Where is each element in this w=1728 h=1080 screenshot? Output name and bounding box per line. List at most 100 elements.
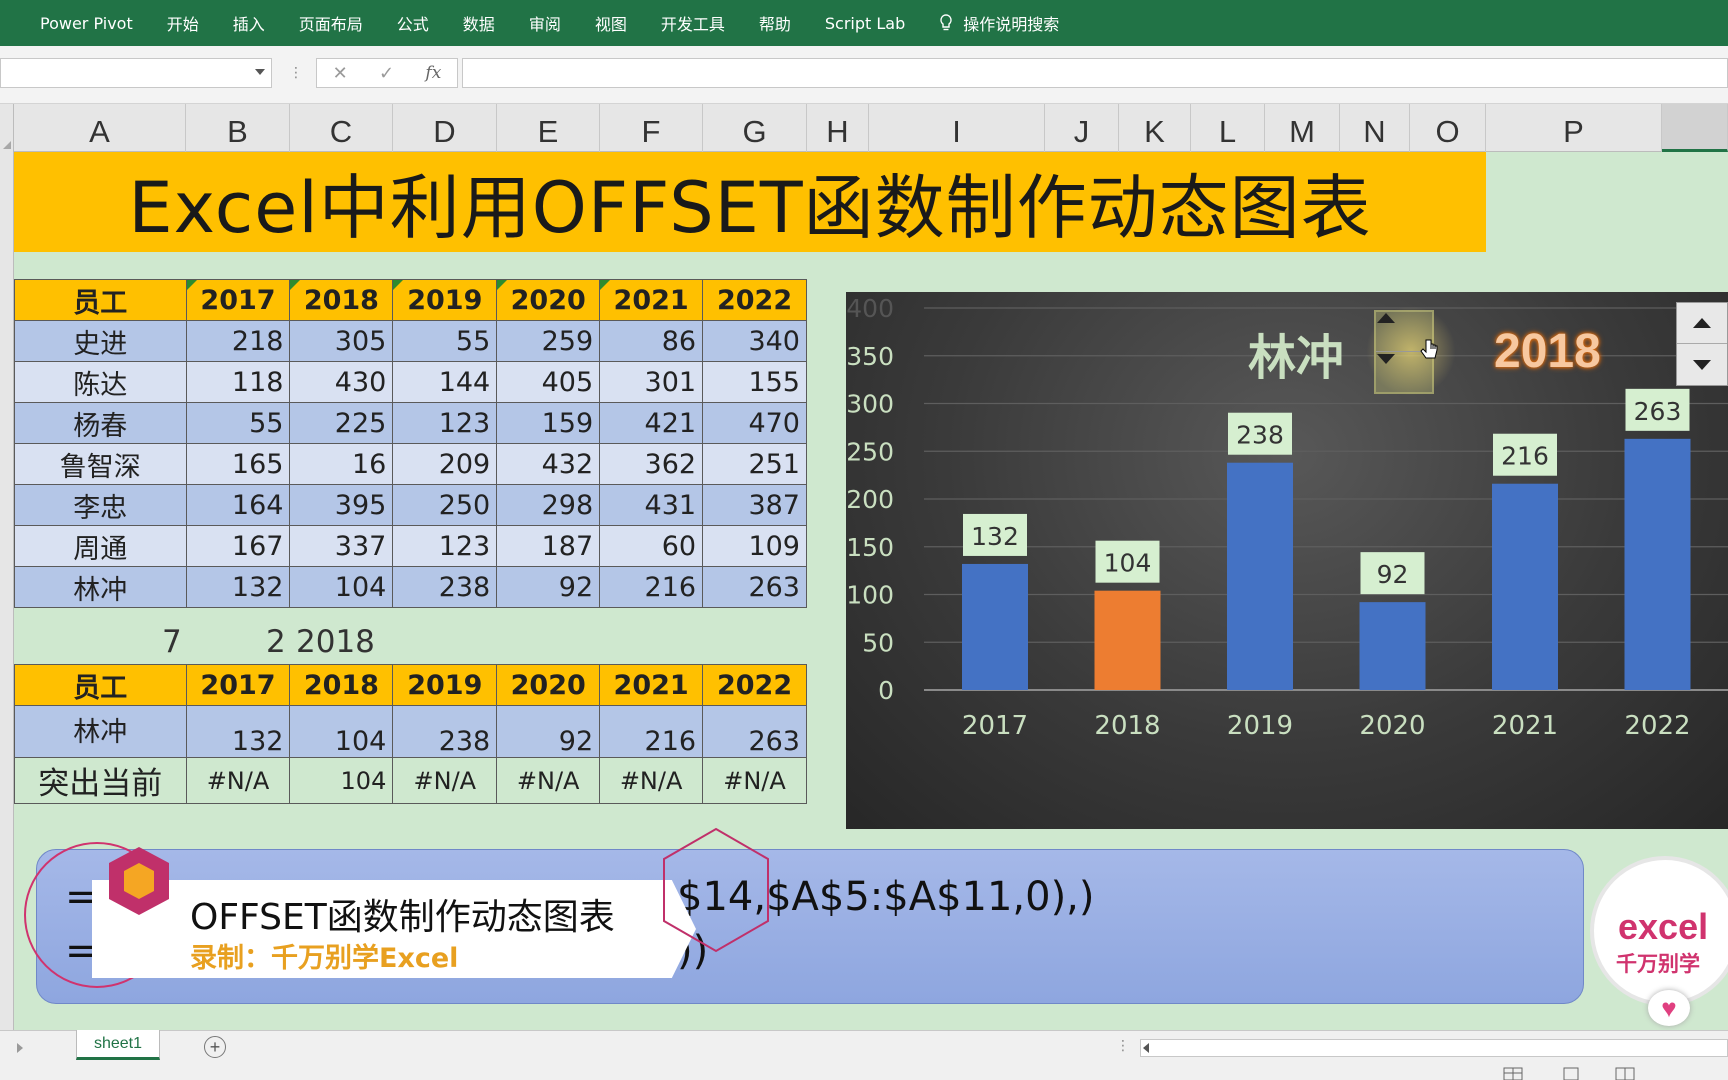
- header-cell[interactable]: 2020: [496, 664, 601, 706]
- header-cell[interactable]: 2020: [496, 279, 601, 321]
- chevron-down-icon[interactable]: [255, 69, 265, 75]
- value-cell[interactable]: 387: [702, 484, 807, 526]
- page-layout-view-icon[interactable]: [1556, 1066, 1586, 1080]
- value-cell[interactable]: 165: [185, 443, 291, 485]
- name-cell[interactable]: 周通: [14, 525, 187, 567]
- tab-insert[interactable]: 插入: [233, 11, 265, 35]
- value-cell[interactable]: 218: [185, 320, 291, 362]
- column-header-l[interactable]: L: [1191, 104, 1265, 152]
- name-cell[interactable]: 林冲: [14, 705, 187, 758]
- column-header-i[interactable]: I: [869, 104, 1045, 152]
- normal-view-icon[interactable]: [1498, 1066, 1528, 1080]
- header-cell[interactable]: 2021: [599, 664, 704, 706]
- select-all-corner[interactable]: [0, 104, 14, 152]
- value-cell[interactable]: 395: [289, 484, 394, 526]
- value-cell[interactable]: 430: [289, 361, 394, 403]
- value-cell[interactable]: 55: [185, 402, 291, 444]
- helper-year-index[interactable]: 2: [266, 624, 286, 660]
- header-cell[interactable]: 2017: [185, 279, 291, 321]
- value-cell[interactable]: 209: [392, 443, 498, 485]
- name-cell[interactable]: 陈达: [14, 361, 187, 403]
- insert-function-icon[interactable]: fx: [425, 63, 441, 83]
- value-cell[interactable]: 432: [496, 443, 601, 485]
- header-cell[interactable]: 2022: [702, 664, 807, 706]
- value-cell[interactable]: 263: [702, 705, 807, 758]
- column-header-p[interactable]: P: [1486, 104, 1662, 152]
- value-cell[interactable]: 159: [496, 402, 601, 444]
- more-dots-icon[interactable]: ⋮: [289, 64, 303, 81]
- column-header-j[interactable]: J: [1045, 104, 1119, 152]
- value-cell[interactable]: 337: [289, 525, 394, 567]
- tab-help[interactable]: 帮助: [759, 11, 791, 35]
- helper-year[interactable]: 2018: [296, 624, 375, 660]
- column-header-b[interactable]: B: [186, 104, 290, 152]
- value-cell[interactable]: 259: [496, 320, 601, 362]
- value-cell[interactable]: 55: [392, 320, 498, 362]
- name-cell[interactable]: 李忠: [14, 484, 187, 526]
- horizontal-scrollbar[interactable]: [1140, 1039, 1728, 1057]
- tab-page-layout[interactable]: 页面布局: [299, 11, 363, 35]
- year-spin-up-button[interactable]: [1677, 303, 1727, 344]
- value-cell[interactable]: #N/A: [599, 757, 704, 804]
- header-cell[interactable]: 2021: [599, 279, 704, 321]
- value-cell[interactable]: 251: [702, 443, 807, 485]
- value-cell[interactable]: 250: [392, 484, 498, 526]
- value-cell[interactable]: 104: [289, 757, 394, 804]
- value-cell[interactable]: 123: [392, 525, 498, 567]
- name-cell[interactable]: 杨春: [14, 402, 187, 444]
- tab-developer[interactable]: 开发工具: [661, 11, 725, 35]
- value-cell[interactable]: 60: [599, 525, 704, 567]
- scroll-tabs-icon[interactable]: [16, 1042, 24, 1054]
- column-header-f[interactable]: F: [600, 104, 703, 152]
- value-cell[interactable]: 155: [702, 361, 807, 403]
- tab-split-handle-icon[interactable]: ⋮: [1116, 1037, 1130, 1054]
- value-cell[interactable]: 431: [599, 484, 704, 526]
- value-cell[interactable]: 421: [599, 402, 704, 444]
- value-cell[interactable]: 305: [289, 320, 394, 362]
- tab-power-pivot[interactable]: Power Pivot: [40, 14, 133, 33]
- value-cell[interactable]: #N/A: [496, 757, 601, 804]
- value-cell[interactable]: 104: [289, 705, 394, 758]
- name-cell[interactable]: 鲁智深: [14, 443, 187, 485]
- value-cell[interactable]: 109: [702, 525, 807, 567]
- value-cell[interactable]: 362: [599, 443, 704, 485]
- formula-input[interactable]: [462, 58, 1728, 88]
- header-cell[interactable]: 2019: [392, 664, 498, 706]
- tab-script-lab[interactable]: Script Lab: [825, 14, 905, 33]
- name-cell[interactable]: 突出当前: [14, 757, 187, 804]
- column-header-a[interactable]: A: [14, 104, 186, 152]
- name-cell[interactable]: 史进: [14, 320, 187, 362]
- value-cell[interactable]: 298: [496, 484, 601, 526]
- column-header-e[interactable]: E: [497, 104, 600, 152]
- header-cell[interactable]: 员工: [14, 664, 187, 706]
- value-cell[interactable]: 123: [392, 402, 498, 444]
- tab-view[interactable]: 视图: [595, 11, 627, 35]
- page-break-view-icon[interactable]: [1610, 1066, 1640, 1080]
- sheet-title[interactable]: Excel中利用OFFSET函数制作动态图表: [14, 152, 1486, 252]
- value-cell[interactable]: 187: [496, 525, 601, 567]
- year-spin-button[interactable]: [1676, 302, 1728, 386]
- value-cell[interactable]: 470: [702, 402, 807, 444]
- value-cell[interactable]: 238: [392, 705, 498, 758]
- value-cell[interactable]: 144: [392, 361, 498, 403]
- value-cell[interactable]: 104: [289, 566, 394, 608]
- column-header-k[interactable]: K: [1119, 104, 1191, 152]
- sheet-tab-sheet1[interactable]: sheet1: [76, 1030, 160, 1060]
- value-cell[interactable]: 164: [185, 484, 291, 526]
- tab-review[interactable]: 审阅: [529, 11, 561, 35]
- enter-icon[interactable]: ✓: [379, 63, 394, 84]
- value-cell[interactable]: #N/A: [392, 757, 498, 804]
- scroll-left-icon[interactable]: [1143, 1043, 1149, 1053]
- value-cell[interactable]: 132: [185, 705, 291, 758]
- value-cell[interactable]: #N/A: [702, 757, 807, 804]
- column-header-o[interactable]: O: [1410, 104, 1486, 152]
- value-cell[interactable]: 263: [702, 566, 807, 608]
- header-cell[interactable]: 2017: [185, 664, 291, 706]
- header-cell[interactable]: 2022: [702, 279, 807, 321]
- name-box[interactable]: [0, 58, 272, 88]
- column-header-d[interactable]: D: [393, 104, 497, 152]
- column-header-h[interactable]: H: [807, 104, 869, 152]
- column-header-q[interactable]: [1662, 104, 1728, 152]
- header-cell[interactable]: 2018: [289, 664, 394, 706]
- year-spin-down-button[interactable]: [1677, 344, 1727, 385]
